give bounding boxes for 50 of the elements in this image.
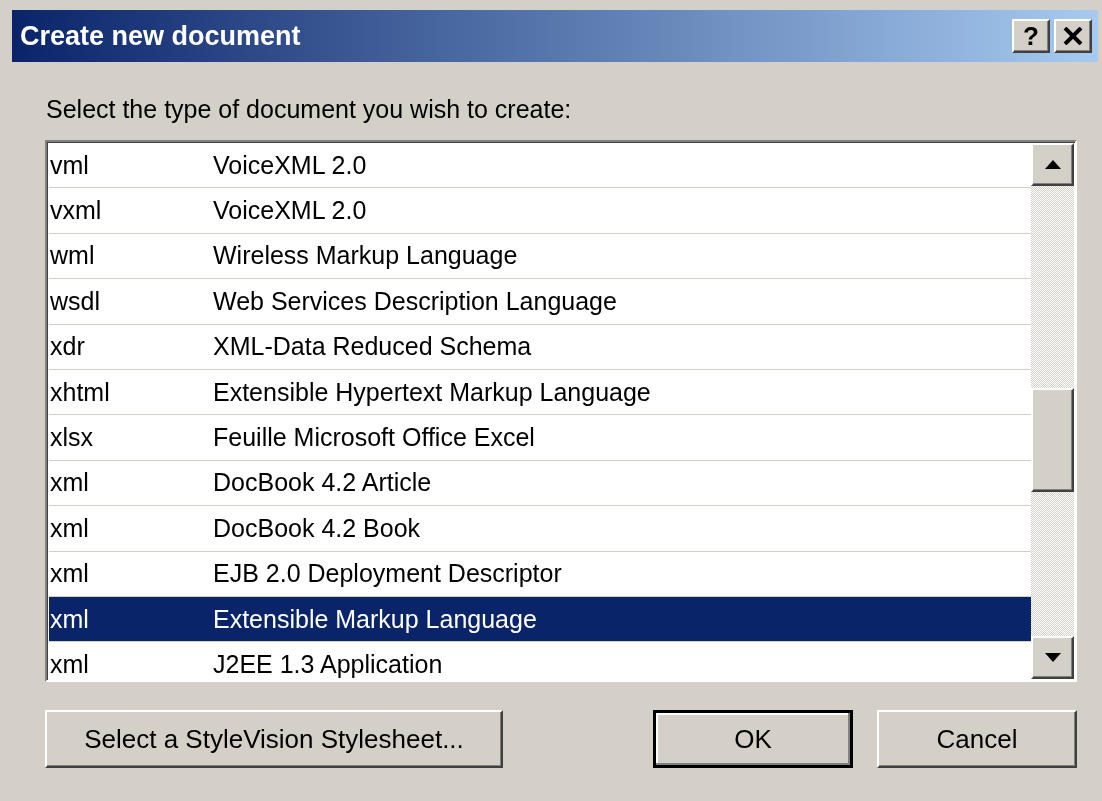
cancel-button[interactable]: Cancel: [877, 710, 1077, 768]
extension-cell-text: wml: [49, 241, 96, 271]
description-cell: DocBook 4.2 Article: [213, 468, 432, 498]
extension-cell-text: xdr: [49, 332, 86, 362]
document-type-row[interactable]: vml VoiceXML 2.0: [49, 143, 1031, 189]
scrollbar-thumb[interactable]: [1031, 388, 1074, 492]
document-type-row[interactable]: xml EJB 2.0 Deployment Descriptor: [49, 551, 1031, 597]
up-arrow-icon: [1044, 160, 1061, 169]
prompt-label: Select the type of document you wish to create:: [46, 95, 573, 125]
document-type-row[interactable]: xdr XML-Data Reduced Schema: [49, 324, 1031, 370]
document-type-row[interactable]: xml DocBook 4.2 Book: [49, 506, 1031, 552]
description-cell: EJB 2.0 Deployment Descriptor: [213, 559, 562, 589]
select-stylesheet-button[interactable]: Select a StyleVision Stylesheet...: [45, 710, 503, 768]
description-cell: XML-Data Reduced Schema: [213, 332, 532, 362]
description-cell: Web Services Description Language: [213, 286, 617, 316]
help-button[interactable]: ?: [1012, 19, 1050, 53]
extension-cell-text: xml: [49, 650, 90, 679]
document-type-row[interactable]: xlsx Feuille Microsoft Office Excel: [49, 415, 1031, 461]
scroll-down-button[interactable]: [1031, 636, 1074, 679]
extension-cell-text: xml: [49, 559, 90, 589]
window-title: Create new document: [20, 20, 302, 52]
description-cell: Wireless Markup Language: [213, 241, 518, 271]
document-type-row[interactable]: wml Wireless Markup Language: [49, 233, 1031, 280]
document-type-row[interactable]: xml Extensible Markup Language: [49, 596, 1031, 643]
close-icon: [1063, 27, 1083, 45]
description-cell: J2EE 1.3 Application: [213, 650, 443, 679]
extension-cell-text: xlsx: [49, 423, 95, 453]
close-button[interactable]: [1054, 19, 1092, 53]
description-cell: Feuille Microsoft Office Excel: [213, 423, 535, 453]
document-type-row[interactable]: vxml VoiceXML 2.0: [49, 188, 1031, 234]
document-type-list[interactable]: [45, 140, 1077, 682]
vertical-scrollbar[interactable]: [1031, 143, 1074, 679]
extension-cell-text: xml: [49, 513, 90, 543]
document-type-row[interactable]: wsdl Web Services Description Language: [49, 279, 1031, 325]
extension-cell-text: vxml: [49, 196, 103, 226]
document-type-row[interactable]: xhtml Extensible Hypertext Markup Language: [49, 369, 1031, 416]
extension-cell-text: xml: [49, 468, 90, 498]
extension-cell-text: vml: [49, 150, 90, 180]
description-cell: Extensible Markup Language: [213, 604, 537, 634]
scroll-up-button[interactable]: [1031, 143, 1074, 186]
ok-button[interactable]: OK: [653, 710, 853, 768]
extension-cell-text: xml: [49, 604, 90, 634]
extension-cell-text: xhtml: [49, 377, 111, 407]
description-cell: VoiceXML 2.0: [213, 150, 367, 180]
extension-cell-text: wsdl: [49, 286, 101, 316]
description-cell: VoiceXML 2.0: [213, 196, 367, 226]
document-type-row[interactable]: xml DocBook 4.2 Article: [49, 460, 1031, 507]
description-cell: Extensible Hypertext Markup Language: [213, 377, 651, 407]
down-arrow-icon: [1044, 653, 1061, 662]
description-cell: DocBook 4.2 Book: [213, 513, 421, 543]
